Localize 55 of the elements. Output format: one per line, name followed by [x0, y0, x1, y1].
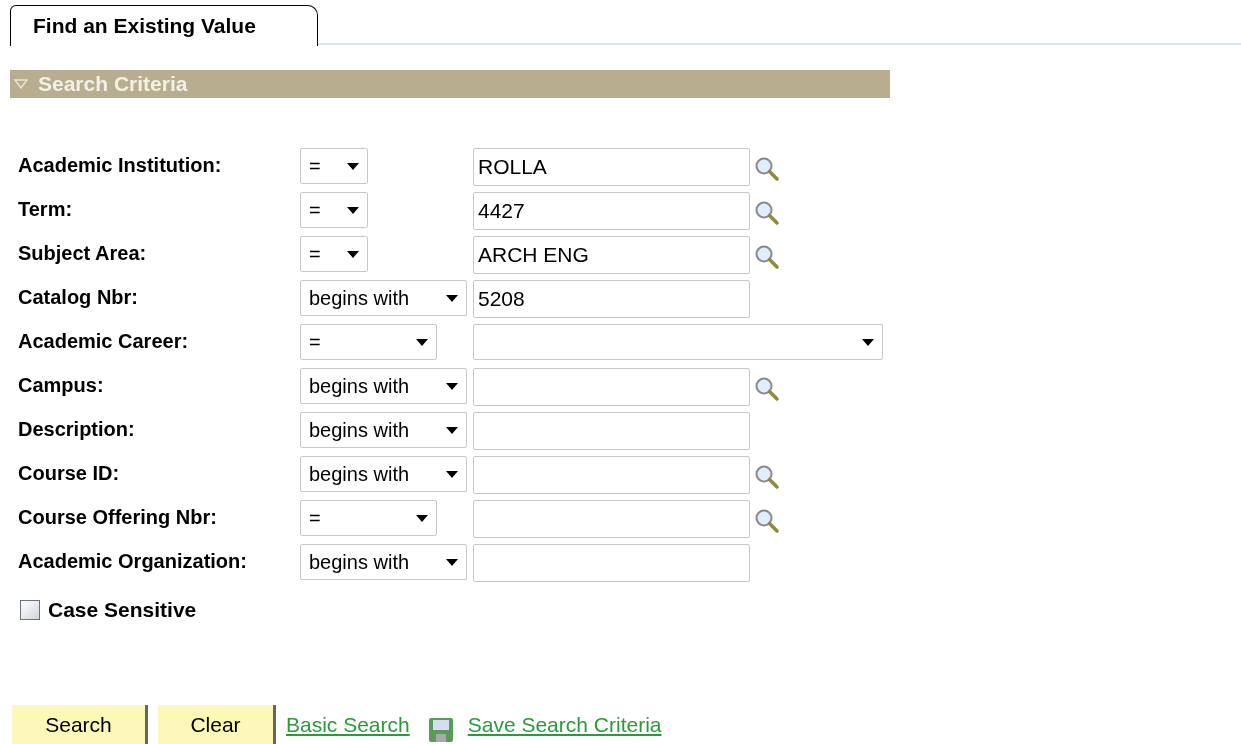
operator-select[interactable]: = — [300, 192, 368, 228]
search-icon[interactable] — [754, 200, 780, 226]
search-button[interactable]: Search — [12, 705, 148, 744]
collapse-icon[interactable] — [14, 79, 28, 89]
operator-select[interactable]: begins with — [300, 280, 467, 316]
caret-icon — [446, 470, 458, 478]
input-field[interactable] — [473, 500, 750, 538]
input-field[interactable] — [473, 412, 750, 450]
section-title: Search Criteria — [38, 71, 188, 98]
operator-select[interactable]: = — [300, 236, 368, 272]
field-label: Academic Organization: — [18, 549, 248, 574]
checkbox[interactable] — [20, 599, 40, 620]
checkbox-label: Case Sensitive — [48, 597, 197, 623]
caret-icon — [446, 558, 458, 566]
operator-select[interactable]: begins with — [300, 456, 467, 492]
clear-button[interactable]: Clear — [158, 705, 276, 744]
field-label: Academic Career: — [18, 329, 190, 354]
search-icon[interactable] — [754, 156, 780, 182]
caret-icon — [446, 382, 458, 390]
caret-icon — [347, 250, 359, 258]
input-field[interactable]: 5208 — [473, 280, 750, 318]
search-icon[interactable] — [754, 464, 780, 490]
operator-select[interactable]: begins with — [300, 544, 467, 580]
caret-icon — [862, 338, 874, 346]
field-label: Description: — [18, 417, 136, 442]
link[interactable]: Save Search Criteria — [467, 709, 662, 741]
caret-icon — [446, 426, 458, 434]
operator-select[interactable]: begins with — [300, 412, 467, 448]
input-field[interactable] — [473, 544, 750, 582]
caret-icon — [416, 338, 428, 346]
field-label: Term: — [18, 197, 74, 222]
search-icon[interactable] — [754, 376, 780, 402]
input-field[interactable] — [473, 456, 750, 494]
tab[interactable]: Find an Existing Value — [10, 5, 318, 46]
operator-select[interactable]: = — [300, 148, 368, 184]
field-label: Academic Institution: — [18, 153, 223, 178]
input-field[interactable]: 4427 — [473, 192, 750, 230]
caret-icon — [347, 206, 359, 214]
field-label: Catalog Nbr: — [18, 285, 139, 310]
field-label: Course Offering Nbr: — [18, 505, 218, 530]
caret-icon — [347, 162, 359, 170]
operator-select[interactable]: begins with — [300, 368, 467, 404]
field-label: Campus: — [18, 373, 105, 398]
search-icon[interactable] — [754, 508, 780, 534]
operator-select[interactable]: = — [300, 324, 437, 360]
caret-icon — [416, 514, 428, 522]
caret-icon — [446, 294, 458, 302]
search-icon[interactable] — [754, 244, 780, 270]
field-label: Subject Area: — [18, 241, 148, 266]
input-field[interactable]: ROLLA — [473, 148, 750, 186]
input-field[interactable]: ARCH ENG — [473, 236, 750, 274]
field-label: Course ID: — [18, 461, 121, 486]
link[interactable]: Basic Search — [286, 709, 410, 741]
input-field[interactable] — [473, 368, 750, 406]
operator-select[interactable]: = — [300, 500, 437, 536]
